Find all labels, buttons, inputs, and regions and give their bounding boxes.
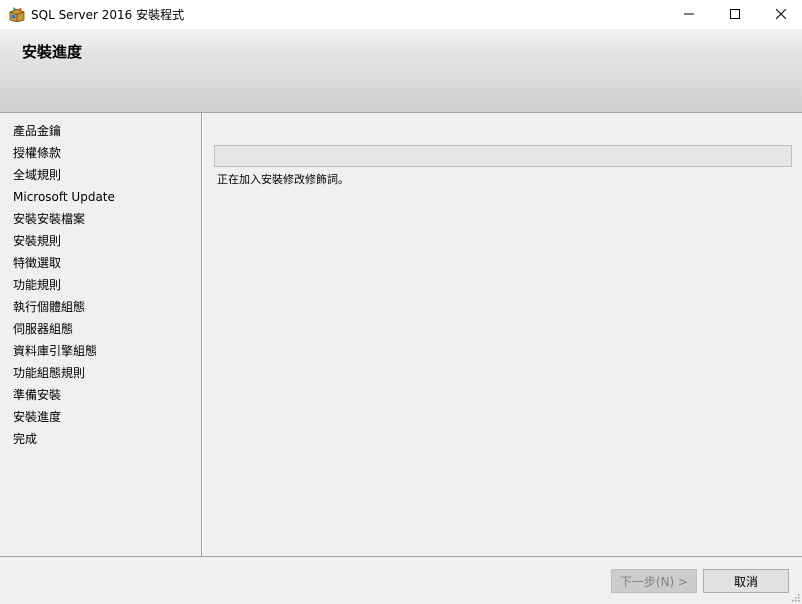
sidebar-step-item: 安裝進度 [13,410,62,424]
sidebar-step-item: 安裝安裝檔案 [13,212,86,226]
minimize-button[interactable] [666,0,712,29]
page-title: 安裝進度 [22,43,83,61]
resize-grip-icon[interactable] [790,592,800,602]
page-header: 安裝進度 [0,29,802,113]
step-list: 產品金鑰授權條款全域規則 Microsoft Update 安裝安裝檔案 安裝規則特徵… [13,123,115,453]
minimize-icon [684,13,694,15]
next-button[interactable]: 下一步(N) > [611,569,697,593]
sidebar-step-item: Microsoft Update [13,190,115,204]
cancel-button[interactable]: 取消 [703,569,789,593]
maximize-icon [730,9,740,19]
sidebar-step-item: 準備安裝 [13,388,62,402]
sidebar-step-item: 安裝規則 [13,234,62,248]
sidebar-step-item: 功能規則 [13,278,62,292]
sidebar-step-item: 全域規則 [13,168,62,182]
sidebar-step-item: 特徵選取 [13,256,62,270]
step-sidebar: 產品金鑰授權條款全域規則 Microsoft Update 安裝安裝檔案 安裝規則特徵… [0,113,202,556]
main-panel: 正在加入安裝修改修飾詞。 [203,113,802,556]
sidebar-step-item: 資料庫引擎組態 [13,344,98,358]
close-icon [776,9,786,19]
installer-box-icon [9,6,25,23]
window-title: SQL Server 2016 安裝程式 [31,8,185,22]
sidebar-step-item: 完成 [13,432,38,446]
title-bar: SQL Server 2016 安裝程式 [0,0,802,29]
sidebar-step-item: 執行個體組態 [13,300,86,314]
progress-bar [214,145,792,167]
sidebar-step-item: 授權條款 [13,146,62,160]
maximize-button[interactable] [712,0,758,29]
close-button[interactable] [758,0,802,29]
sidebar-step-item: 伺服器組態 [13,322,74,336]
sidebar-step-item: 產品金鑰 [13,124,62,138]
status-text: 正在加入安裝修改修飾詞。 [217,173,349,186]
button-footer: 下一步(N) > 取消 [0,556,802,604]
sidebar-step-item: 功能組態規則 [13,366,86,380]
